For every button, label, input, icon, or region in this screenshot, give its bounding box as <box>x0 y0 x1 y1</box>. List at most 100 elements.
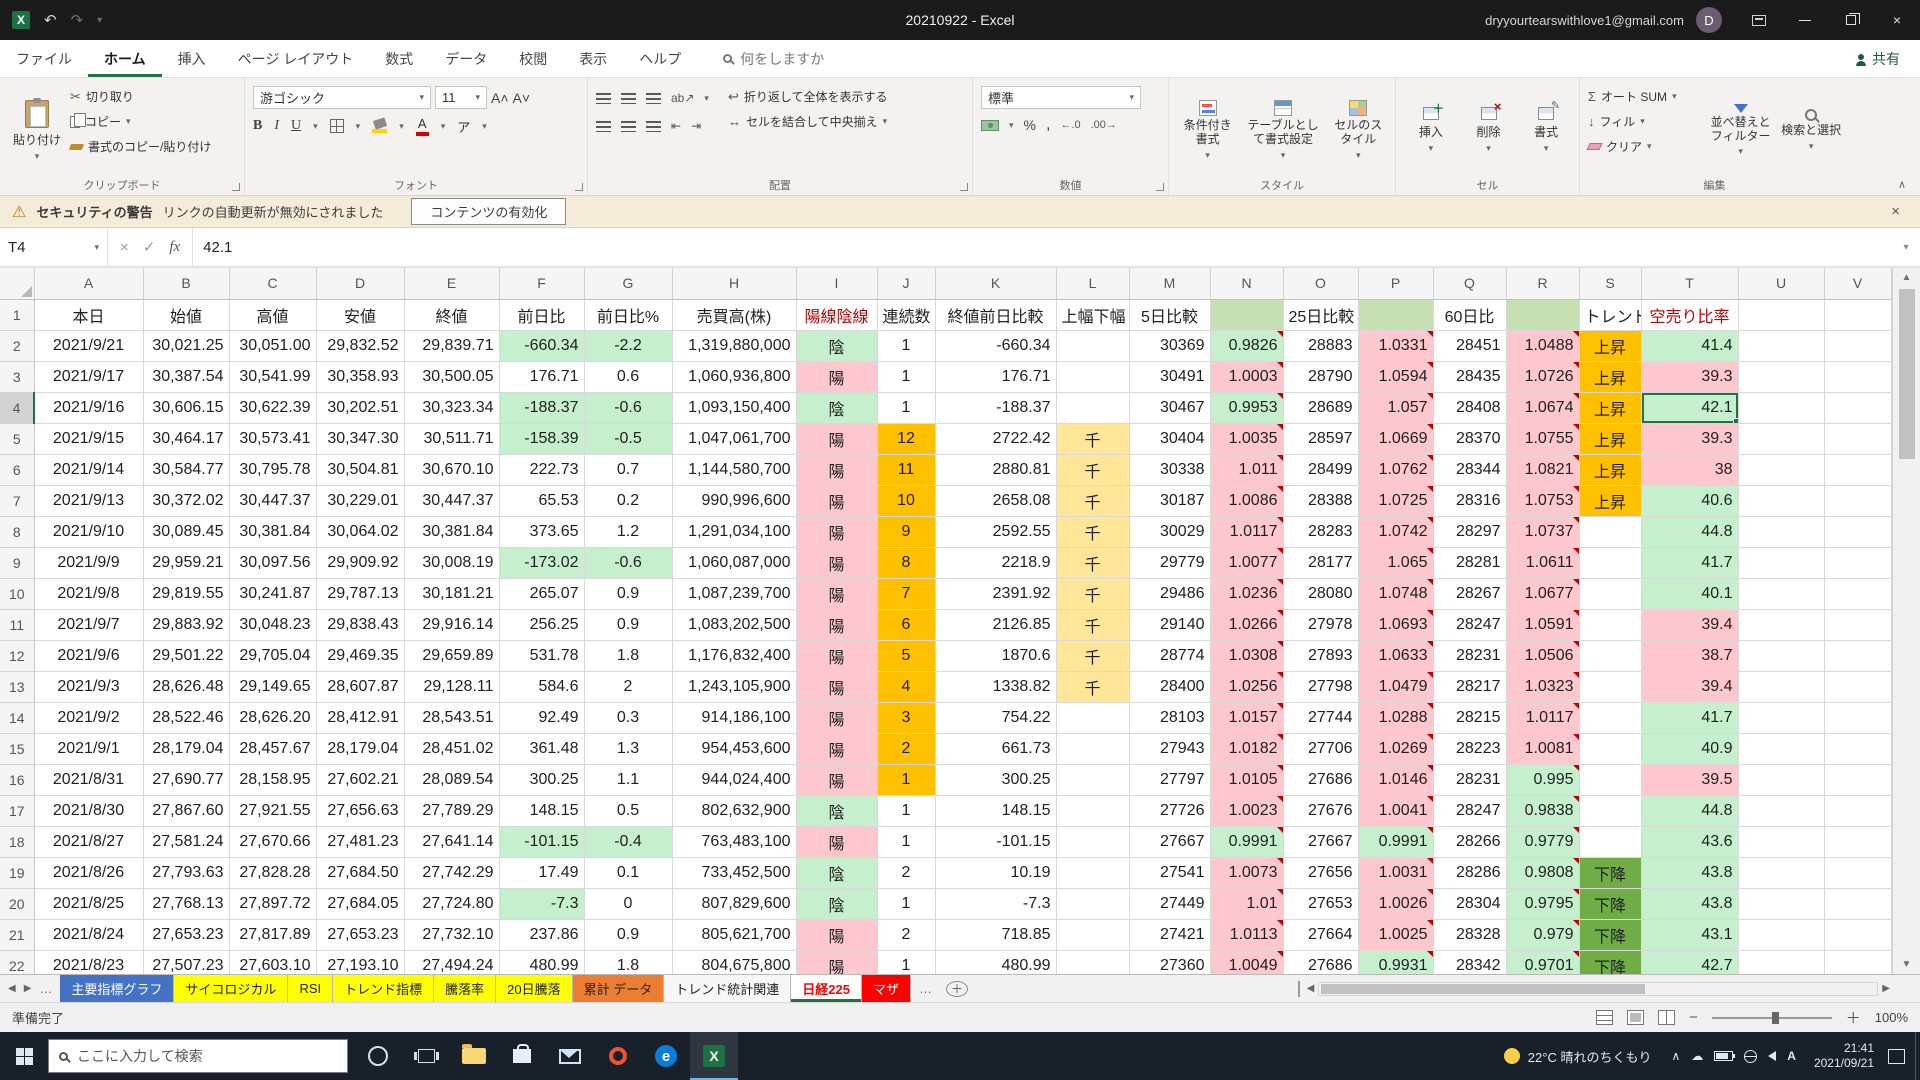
align-center-icon[interactable] <box>621 121 636 132</box>
sheet-overflow-icon[interactable]: … <box>919 981 932 996</box>
cell-D18[interactable]: 27,481.23 <box>316 826 404 857</box>
close-warning-icon[interactable]: × <box>1891 203 1908 220</box>
cell-Q13[interactable]: 28217 <box>1433 671 1506 702</box>
cell-U9[interactable] <box>1738 547 1824 578</box>
cell-E6[interactable]: 30,670.10 <box>404 454 499 485</box>
cancel-entry-icon[interactable]: × <box>120 239 129 256</box>
cell-N18[interactable]: 0.9991 <box>1210 826 1283 857</box>
cell-T7[interactable]: 40.6 <box>1641 485 1738 516</box>
cell-Q6[interactable]: 28344 <box>1433 454 1506 485</box>
browser-button[interactable] <box>594 1032 642 1080</box>
cell-U17[interactable] <box>1738 795 1824 826</box>
share-button[interactable]: 共有 <box>1836 40 1920 77</box>
cell-N7[interactable]: 1.0086 <box>1210 485 1283 516</box>
row-header-18[interactable]: 18 <box>0 826 34 857</box>
cell-N8[interactable]: 1.0117 <box>1210 516 1283 547</box>
taskbar-search-input[interactable]: ここに入力して検索 <box>48 1039 348 1073</box>
cell-Q16[interactable]: 28231 <box>1433 764 1506 795</box>
cell-G1[interactable]: 前日比% <box>584 299 672 330</box>
cell-I15[interactable]: 陽 <box>796 733 877 764</box>
cell-V6[interactable] <box>1824 454 1891 485</box>
cell-L22[interactable] <box>1056 950 1129 974</box>
cell-R1[interactable] <box>1506 299 1579 330</box>
cell-P2[interactable]: 1.0331 <box>1358 330 1433 361</box>
row-header-10[interactable]: 10 <box>0 578 34 609</box>
cell-M1[interactable]: 5日比較 <box>1129 299 1210 330</box>
sheet-nav-more-icon[interactable]: … <box>39 981 52 996</box>
cell-I9[interactable]: 陽 <box>796 547 877 578</box>
sheet-tab-トレンド統計関連[interactable]: トレンド統計関連 <box>664 975 791 1002</box>
cell-S3[interactable]: 上昇 <box>1579 361 1641 392</box>
column-header-N[interactable]: N <box>1210 268 1283 299</box>
cell-U12[interactable] <box>1738 640 1824 671</box>
row-header-22[interactable]: 22 <box>0 950 34 974</box>
cell-D4[interactable]: 30,202.51 <box>316 392 404 423</box>
cell-O1[interactable]: 25日比較 <box>1283 299 1358 330</box>
cell-I2[interactable]: 陰 <box>796 330 877 361</box>
cell-G6[interactable]: 0.7 <box>584 454 672 485</box>
dialog-launcher-icon[interactable] <box>232 183 240 191</box>
cell-D3[interactable]: 30,358.93 <box>316 361 404 392</box>
cell-M14[interactable]: 28103 <box>1129 702 1210 733</box>
cell-J18[interactable]: 1 <box>877 826 935 857</box>
cell-S6[interactable]: 上昇 <box>1579 454 1641 485</box>
dialog-launcher-icon[interactable] <box>575 183 583 191</box>
cell-B16[interactable]: 27,690.77 <box>143 764 229 795</box>
cell-G2[interactable]: -2.2 <box>584 330 672 361</box>
mail-button[interactable] <box>546 1032 594 1080</box>
bold-button[interactable]: B <box>253 118 262 134</box>
cell-Q3[interactable]: 28435 <box>1433 361 1506 392</box>
conditional-formatting-button[interactable]: 条件付き書式 ▾ <box>1179 84 1237 177</box>
cell-J17[interactable]: 1 <box>877 795 935 826</box>
cell-D9[interactable]: 29,909.92 <box>316 547 404 578</box>
cell-Q15[interactable]: 28223 <box>1433 733 1506 764</box>
cell-H4[interactable]: 1,093,150,400 <box>672 392 796 423</box>
cell-C6[interactable]: 30,795.78 <box>229 454 316 485</box>
cell-R17[interactable]: 0.9838 <box>1506 795 1579 826</box>
row-header-16[interactable]: 16 <box>0 764 34 795</box>
cell-P3[interactable]: 1.0594 <box>1358 361 1433 392</box>
cell-I12[interactable]: 陽 <box>796 640 877 671</box>
cell-H2[interactable]: 1,319,880,000 <box>672 330 796 361</box>
cell-G11[interactable]: 0.9 <box>584 609 672 640</box>
sheet-tab-20日騰落[interactable]: 20日騰落 <box>496 975 572 1002</box>
cell-O19[interactable]: 27656 <box>1283 857 1358 888</box>
cell-E2[interactable]: 29,839.71 <box>404 330 499 361</box>
cell-E21[interactable]: 27,732.10 <box>404 919 499 950</box>
cell-N21[interactable]: 1.0113 <box>1210 919 1283 950</box>
cell-C19[interactable]: 27,828.28 <box>229 857 316 888</box>
column-header-E[interactable]: E <box>404 268 499 299</box>
cell-R2[interactable]: 1.0488 <box>1506 330 1579 361</box>
cell-V5[interactable] <box>1824 423 1891 454</box>
vertical-scroll-thumb[interactable] <box>1899 289 1915 459</box>
column-header-A[interactable]: A <box>34 268 143 299</box>
sheet-tab-累計 データ[interactable]: 累計 データ <box>573 975 665 1002</box>
cell-E1[interactable]: 終値 <box>404 299 499 330</box>
cell-E11[interactable]: 29,916.14 <box>404 609 499 640</box>
page-layout-view-icon[interactable] <box>1627 1010 1644 1025</box>
cell-H18[interactable]: 763,483,100 <box>672 826 796 857</box>
ribbon-tab-ファイル[interactable]: ファイル <box>0 40 88 77</box>
cell-A21[interactable]: 2021/8/24 <box>34 919 143 950</box>
cell-I5[interactable]: 陽 <box>796 423 877 454</box>
cell-J7[interactable]: 10 <box>877 485 935 516</box>
cell-D8[interactable]: 30,064.02 <box>316 516 404 547</box>
column-header-M[interactable]: M <box>1129 268 1210 299</box>
cell-T20[interactable]: 43.8 <box>1641 888 1738 919</box>
taskbar-weather[interactable]: 22°C 晴れのちくもり <box>1492 1032 1664 1080</box>
row-header-7[interactable]: 7 <box>0 485 34 516</box>
cell-A18[interactable]: 2021/8/27 <box>34 826 143 857</box>
cell-U20[interactable] <box>1738 888 1824 919</box>
cell-I1[interactable]: 陽線陰線 <box>796 299 877 330</box>
row-header-17[interactable]: 17 <box>0 795 34 826</box>
cell-J10[interactable]: 7 <box>877 578 935 609</box>
cell-D7[interactable]: 30,229.01 <box>316 485 404 516</box>
cell-E12[interactable]: 29,659.89 <box>404 640 499 671</box>
cell-A10[interactable]: 2021/9/8 <box>34 578 143 609</box>
cell-L21[interactable] <box>1056 919 1129 950</box>
cell-B8[interactable]: 30,089.45 <box>143 516 229 547</box>
cell-S12[interactable] <box>1579 640 1641 671</box>
clear-button[interactable]: クリア▾ <box>1588 136 1702 157</box>
cell-N16[interactable]: 1.0105 <box>1210 764 1283 795</box>
cell-A14[interactable]: 2021/9/2 <box>34 702 143 733</box>
